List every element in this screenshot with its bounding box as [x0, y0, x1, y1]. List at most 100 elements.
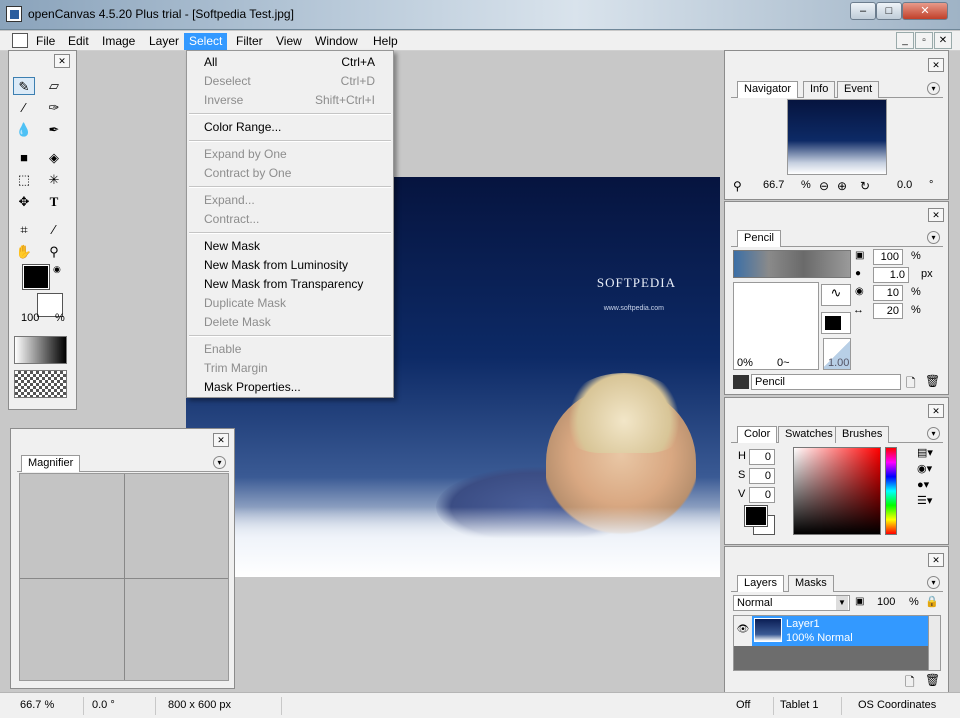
hand-tool-icon[interactable]: ✋: [13, 243, 35, 261]
color-menu-icon[interactable]: ▾: [927, 427, 940, 440]
fill-tool-icon[interactable]: ◈: [43, 149, 65, 167]
tab-masks[interactable]: Masks: [788, 575, 834, 592]
zoom-tool-icon[interactable]: ⚲: [43, 243, 65, 261]
magic-wand-tool-icon[interactable]: ✳: [43, 171, 65, 189]
tab-event[interactable]: Event: [837, 81, 880, 98]
layer-list-scrollbar[interactable]: [928, 616, 940, 670]
magnifier-menu-icon[interactable]: ▾: [213, 456, 226, 469]
select-menu-item[interactable]: New Mask from Transparency: [189, 275, 391, 294]
zoom-plus-icon[interactable]: ⊕: [837, 179, 847, 193]
layer-opacity-value[interactable]: 100: [877, 596, 895, 608]
pencil-opacity-input[interactable]: 100: [873, 249, 903, 265]
color-dot-icon[interactable]: ●▾: [917, 478, 929, 491]
eraser-tool-icon[interactable]: ▱: [43, 77, 65, 95]
color-close-button[interactable]: ✕: [928, 404, 944, 418]
pencil-density-input[interactable]: 10: [873, 285, 903, 301]
app-icon[interactable]: [6, 6, 22, 22]
color-list-icon[interactable]: ☰▾: [917, 494, 932, 507]
zoom-out-icon[interactable]: ⚲: [733, 179, 742, 193]
mdi-minimize-button[interactable]: _: [896, 32, 914, 49]
blend-mode-select[interactable]: Normal ▼: [733, 595, 850, 611]
layers-close-button[interactable]: ✕: [928, 553, 944, 567]
selection-tool-icon[interactable]: ⬚: [13, 171, 35, 189]
gradient-preview[interactable]: [14, 336, 67, 364]
pencil-menu-icon[interactable]: ▾: [927, 231, 940, 244]
menu-view[interactable]: View: [271, 33, 307, 50]
swap-colors-icon[interactable]: ◉: [53, 264, 61, 275]
gradient-tool-icon[interactable]: ■: [13, 149, 35, 167]
stroke-shape-button[interactable]: ∿: [821, 284, 851, 306]
tab-layers[interactable]: Layers: [737, 575, 785, 592]
pencil-size-input[interactable]: 1.0: [873, 267, 909, 283]
menu-window[interactable]: Window: [310, 33, 363, 50]
brush-presets-strip[interactable]: [733, 250, 851, 278]
pencil-close-button[interactable]: ✕: [928, 208, 944, 222]
select-menu-item[interactable]: New Mask: [189, 237, 391, 256]
menu-filter[interactable]: Filter: [231, 33, 268, 50]
menu-select[interactable]: Select: [184, 33, 228, 50]
visibility-eye-icon[interactable]: 👁: [734, 616, 752, 646]
move-tool-icon[interactable]: ✥: [13, 193, 35, 211]
tab-info[interactable]: Info: [803, 81, 836, 98]
menu-help[interactable]: Help: [368, 33, 403, 50]
pencil-spacing-input[interactable]: 20: [873, 303, 903, 319]
brush-name-input[interactable]: Pencil: [751, 374, 901, 390]
eyedropper-tool-icon[interactable]: ⁄: [43, 221, 65, 239]
tab-swatches[interactable]: Swatches: [778, 426, 840, 443]
color-mode-icon[interactable]: ▤▾: [917, 446, 933, 459]
toolbox-opacity-value[interactable]: 100: [21, 312, 39, 324]
airbrush-tool-icon[interactable]: ✑: [43, 99, 65, 117]
menu-edit[interactable]: Edit: [63, 33, 94, 50]
minimize-button[interactable]: –: [850, 2, 876, 20]
zoom-minus-icon[interactable]: ⊖: [819, 179, 829, 193]
water-tool-icon[interactable]: 💧: [13, 121, 35, 139]
color-foreground-swatch[interactable]: [744, 505, 768, 527]
color-play-icon[interactable]: ◉▾: [917, 462, 932, 475]
new-brush-icon[interactable]: 🗋: [906, 374, 916, 395]
toolbox-close-button[interactable]: ✕: [54, 54, 70, 68]
pencil-tool-icon[interactable]: ✎: [13, 77, 35, 95]
layers-menu-icon[interactable]: ▾: [927, 576, 940, 589]
new-layer-icon[interactable]: 🗋: [905, 673, 915, 694]
stroke-color-button[interactable]: [821, 312, 851, 334]
tab-navigator[interactable]: Navigator: [737, 81, 799, 98]
v-input[interactable]: 0: [749, 487, 775, 503]
brush-tool-icon[interactable]: ⁄: [13, 99, 35, 117]
texture-preview[interactable]: [14, 370, 67, 398]
rotate-icon[interactable]: ↻: [860, 179, 870, 193]
delete-brush-icon[interactable]: 🗑: [925, 374, 940, 388]
magnifier-close-button[interactable]: ✕: [213, 433, 229, 447]
h-input[interactable]: 0: [749, 449, 775, 465]
mdi-close-button[interactable]: ✕: [934, 32, 952, 49]
select-menu-item[interactable]: Mask Properties...: [189, 378, 391, 397]
select-menu-item[interactable]: Color Range...: [189, 118, 391, 137]
delete-layer-icon[interactable]: 🗑: [925, 673, 940, 687]
select-menu-item[interactable]: All Ctrl+A: [189, 53, 391, 72]
tab-color[interactable]: Color: [737, 426, 778, 443]
tab-magnifier[interactable]: Magnifier: [21, 455, 81, 472]
navigator-thumbnail[interactable]: [787, 99, 887, 175]
select-menu-item[interactable]: New Mask from Luminosity: [189, 256, 391, 275]
marker-tool-icon[interactable]: ✒: [43, 121, 65, 139]
tab-pencil[interactable]: Pencil: [737, 230, 781, 247]
navigator-angle-value[interactable]: 0.0: [897, 179, 912, 191]
document-icon[interactable]: [12, 33, 28, 48]
navigator-close-button[interactable]: ✕: [928, 58, 944, 72]
text-tool-icon[interactable]: T: [43, 193, 65, 211]
menu-image[interactable]: Image: [97, 33, 140, 50]
menu-layer[interactable]: Layer: [144, 33, 184, 50]
crop-tool-icon[interactable]: ⌗: [13, 221, 35, 239]
close-button[interactable]: ✕: [902, 2, 948, 20]
tab-brushes[interactable]: Brushes: [835, 426, 890, 443]
lock-icon[interactable]: 🔒: [925, 595, 939, 608]
hue-slider[interactable]: [885, 447, 897, 535]
navigator-zoom-value[interactable]: 66.7: [763, 179, 784, 191]
s-input[interactable]: 0: [749, 468, 775, 484]
mdi-restore-button[interactable]: ▫: [915, 32, 933, 49]
menu-file[interactable]: File: [31, 33, 60, 50]
navigator-menu-icon[interactable]: ▾: [927, 82, 940, 95]
blend-mode-chevron-down-icon[interactable]: ▼: [836, 596, 848, 610]
maximize-button[interactable]: □: [876, 2, 902, 20]
layer-row[interactable]: Layer1 100% Normal: [752, 616, 928, 646]
saturation-value-picker[interactable]: [793, 447, 881, 535]
